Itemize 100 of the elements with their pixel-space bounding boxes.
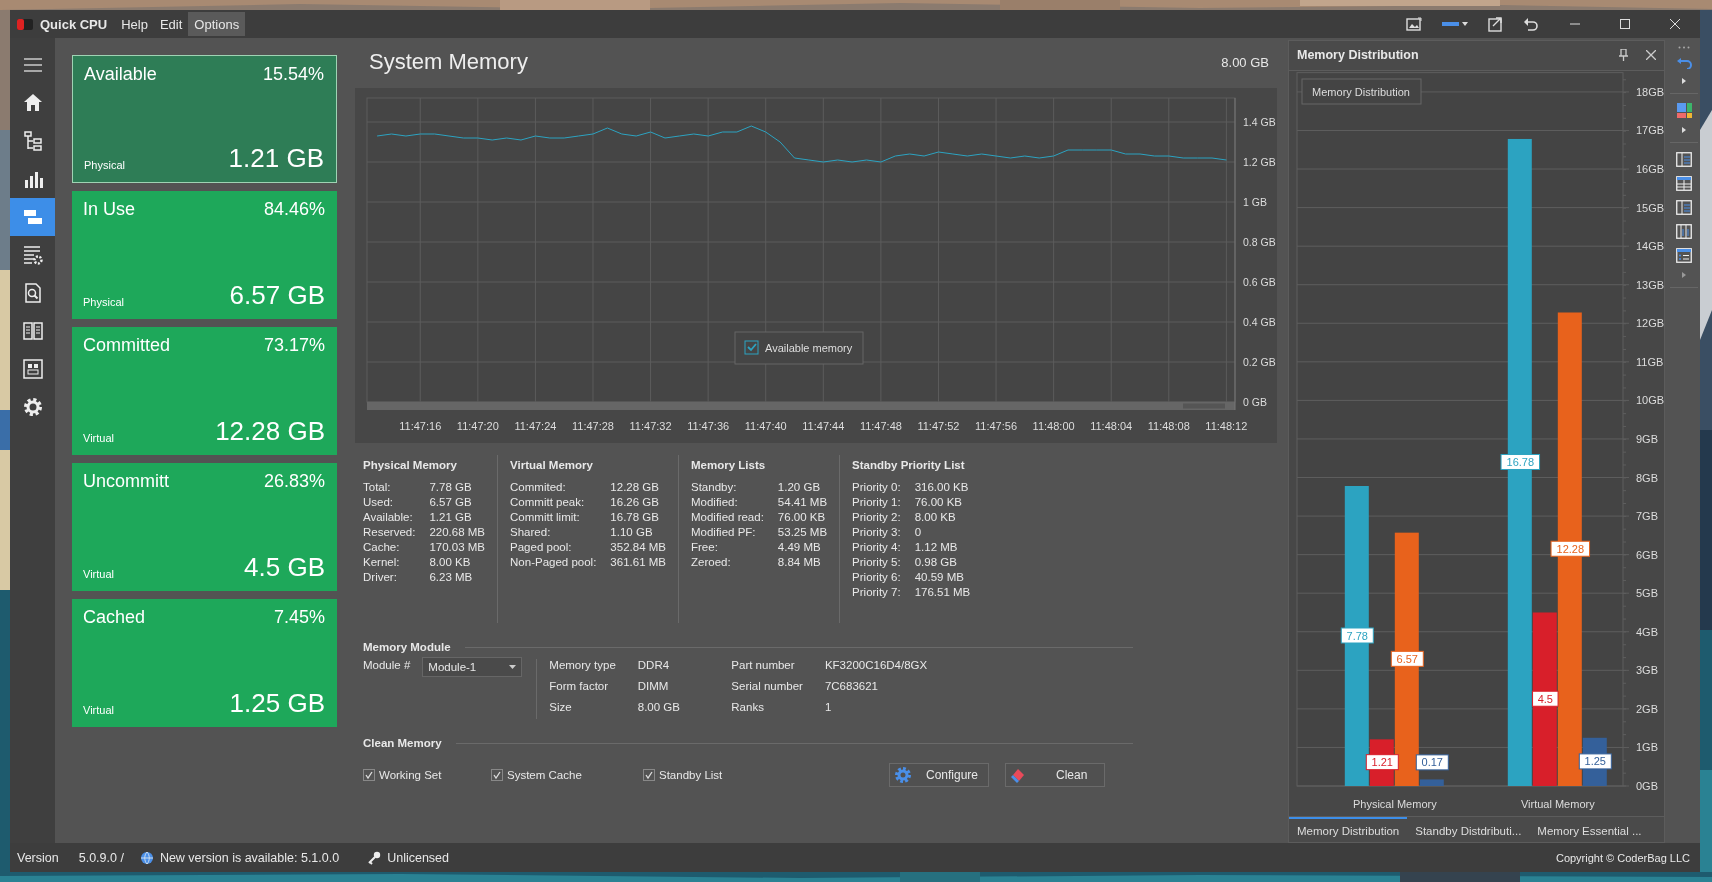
stat-label: Priority 5: [852,556,901,568]
more-icon[interactable] [1678,46,1690,49]
stat-label: Modified PF: [691,526,757,538]
close-icon[interactable] [1670,19,1680,29]
axis-label: 11GB [1636,355,1664,368]
table-icon[interactable] [1676,176,1692,191]
stat-value: 1.10 GB [610,526,654,538]
maximize-icon[interactable] [1620,19,1630,29]
section-title: Physical Memory [363,459,458,471]
stat-label: Priority 7: [852,586,901,598]
field-value: DDR4 [637,659,671,673]
stat-label: Committ limit: [510,511,581,523]
tab[interactable]: Memory Essential ... [1529,816,1650,842]
axis-label: 11:48:00 [1032,420,1075,432]
caret-icon[interactable] [1682,127,1686,133]
data-label: 4.5 [1532,690,1559,707]
globe-icon [139,850,154,865]
stat-label: Non-Paged pool: [510,556,597,568]
card-value: 4.5 GB [244,552,325,583]
stat-label: Commited: [510,481,567,493]
axis-label: 11:47:24 [514,420,557,432]
axis-label: 11:47:28 [572,420,614,432]
axis-label: 11:47:40 [744,420,787,432]
card-percent: 73.17% [263,335,325,357]
columns-icon[interactable] [1676,224,1692,239]
stat-label: Standby: [691,481,738,493]
list-icon[interactable] [1676,248,1692,263]
card-value: 6.57 GB [229,280,325,311]
data-label: 16.78 [1506,455,1535,468]
color-dropdown-icon[interactable] [1442,19,1468,29]
stat-label: Free: [691,541,719,553]
menu-item[interactable]: Edit [153,12,189,36]
field-label: Form factor [549,680,610,694]
stat-label: Modified: [691,496,739,508]
stat-value: 1.12 MB [914,541,959,553]
legend-checkbox[interactable] [744,340,759,355]
stat-card[interactable]: Available 15.54% Physical 1.21 GB [72,55,337,183]
undo-icon[interactable] [1523,17,1538,31]
app-name: Quick CPU [40,16,108,32]
version-number: 5.0.9.0 / [78,850,124,865]
panel-title: Memory Distribution [1297,48,1420,63]
card-percent: 15.54% [262,64,324,86]
layout-icon[interactable] [1676,152,1692,167]
field-label: Size [549,701,573,715]
stat-value: 0.98 GB [914,556,958,568]
table-gear-icon [21,244,44,266]
caret-icon[interactable] [1682,272,1686,278]
axis-label: 11:48:12 [1205,420,1248,432]
stat-label: Committ peak: [510,496,586,508]
card-type: Physical [84,159,126,171]
layout-icon[interactable] [1676,200,1692,215]
checkbox[interactable] [363,769,375,781]
legend-label: Available memory [765,342,853,354]
license-status: Unlicensed [387,850,449,865]
total-memory: 8.00 GB [1221,54,1269,70]
stat-value: 316.00 KB [914,481,970,493]
pin-icon[interactable] [1619,49,1628,62]
configure-button[interactable]: Configure [889,763,989,787]
field-value: 7C683621 [824,680,879,694]
stat-value: 8.84 MB [777,556,822,568]
field-label: Serial number [731,680,803,694]
axis-label: 0.6 GB [1243,276,1276,288]
stat-value: 8.00 KB [914,511,957,523]
image-icon[interactable] [1406,17,1422,31]
update-link[interactable]: New version is available: 5.1.0.0 [159,850,340,865]
stat-label: Available: [363,511,414,523]
stat-label: Priority 3: [852,526,901,538]
axis-label: 11:47:20 [456,420,499,432]
card-type: Virtual [83,432,115,444]
tab[interactable]: Standby Distdributi... [1407,816,1530,842]
stat-label: Kernel: [363,556,401,568]
stat-label: Total: [363,481,392,493]
checkbox-label: Standby List [659,769,723,781]
category-label: Virtual Memory [1520,797,1595,810]
section-title: Virtual Memory [510,459,594,471]
section-title: Memory Lists [691,459,767,471]
stat-value: 6.23 MB [429,571,474,583]
axis-label: 10GB [1636,394,1664,407]
stat-label: Driver: [363,571,398,583]
menu-item[interactable]: Options [188,12,246,36]
axis-label: 2GB [1636,702,1658,715]
grid-icon[interactable] [1676,103,1692,118]
clean-button[interactable]: Clean [1005,763,1105,787]
stat-label: Cache: [363,541,401,553]
field-value: KF3200C16D4/8GX [824,659,928,673]
axis-label: 12GB [1636,317,1664,330]
export-icon[interactable] [1488,16,1503,32]
menu-item[interactable]: Help [115,12,154,36]
checkbox[interactable] [491,769,503,781]
close-icon[interactable] [1646,50,1656,61]
scrollbar[interactable] [367,402,1235,410]
stat-label: Priority 4: [852,541,901,553]
stat-value: 1.21 GB [429,511,473,523]
settings-icon [21,396,44,418]
caret-icon[interactable] [1682,78,1686,84]
stat-label: Priority 0: [852,481,901,493]
data-label: 0.17 [1415,754,1449,771]
checkbox[interactable] [643,769,655,781]
data-label: 4.5 [1537,692,1553,705]
module-dropdown[interactable]: Module-1 [422,657,523,677]
